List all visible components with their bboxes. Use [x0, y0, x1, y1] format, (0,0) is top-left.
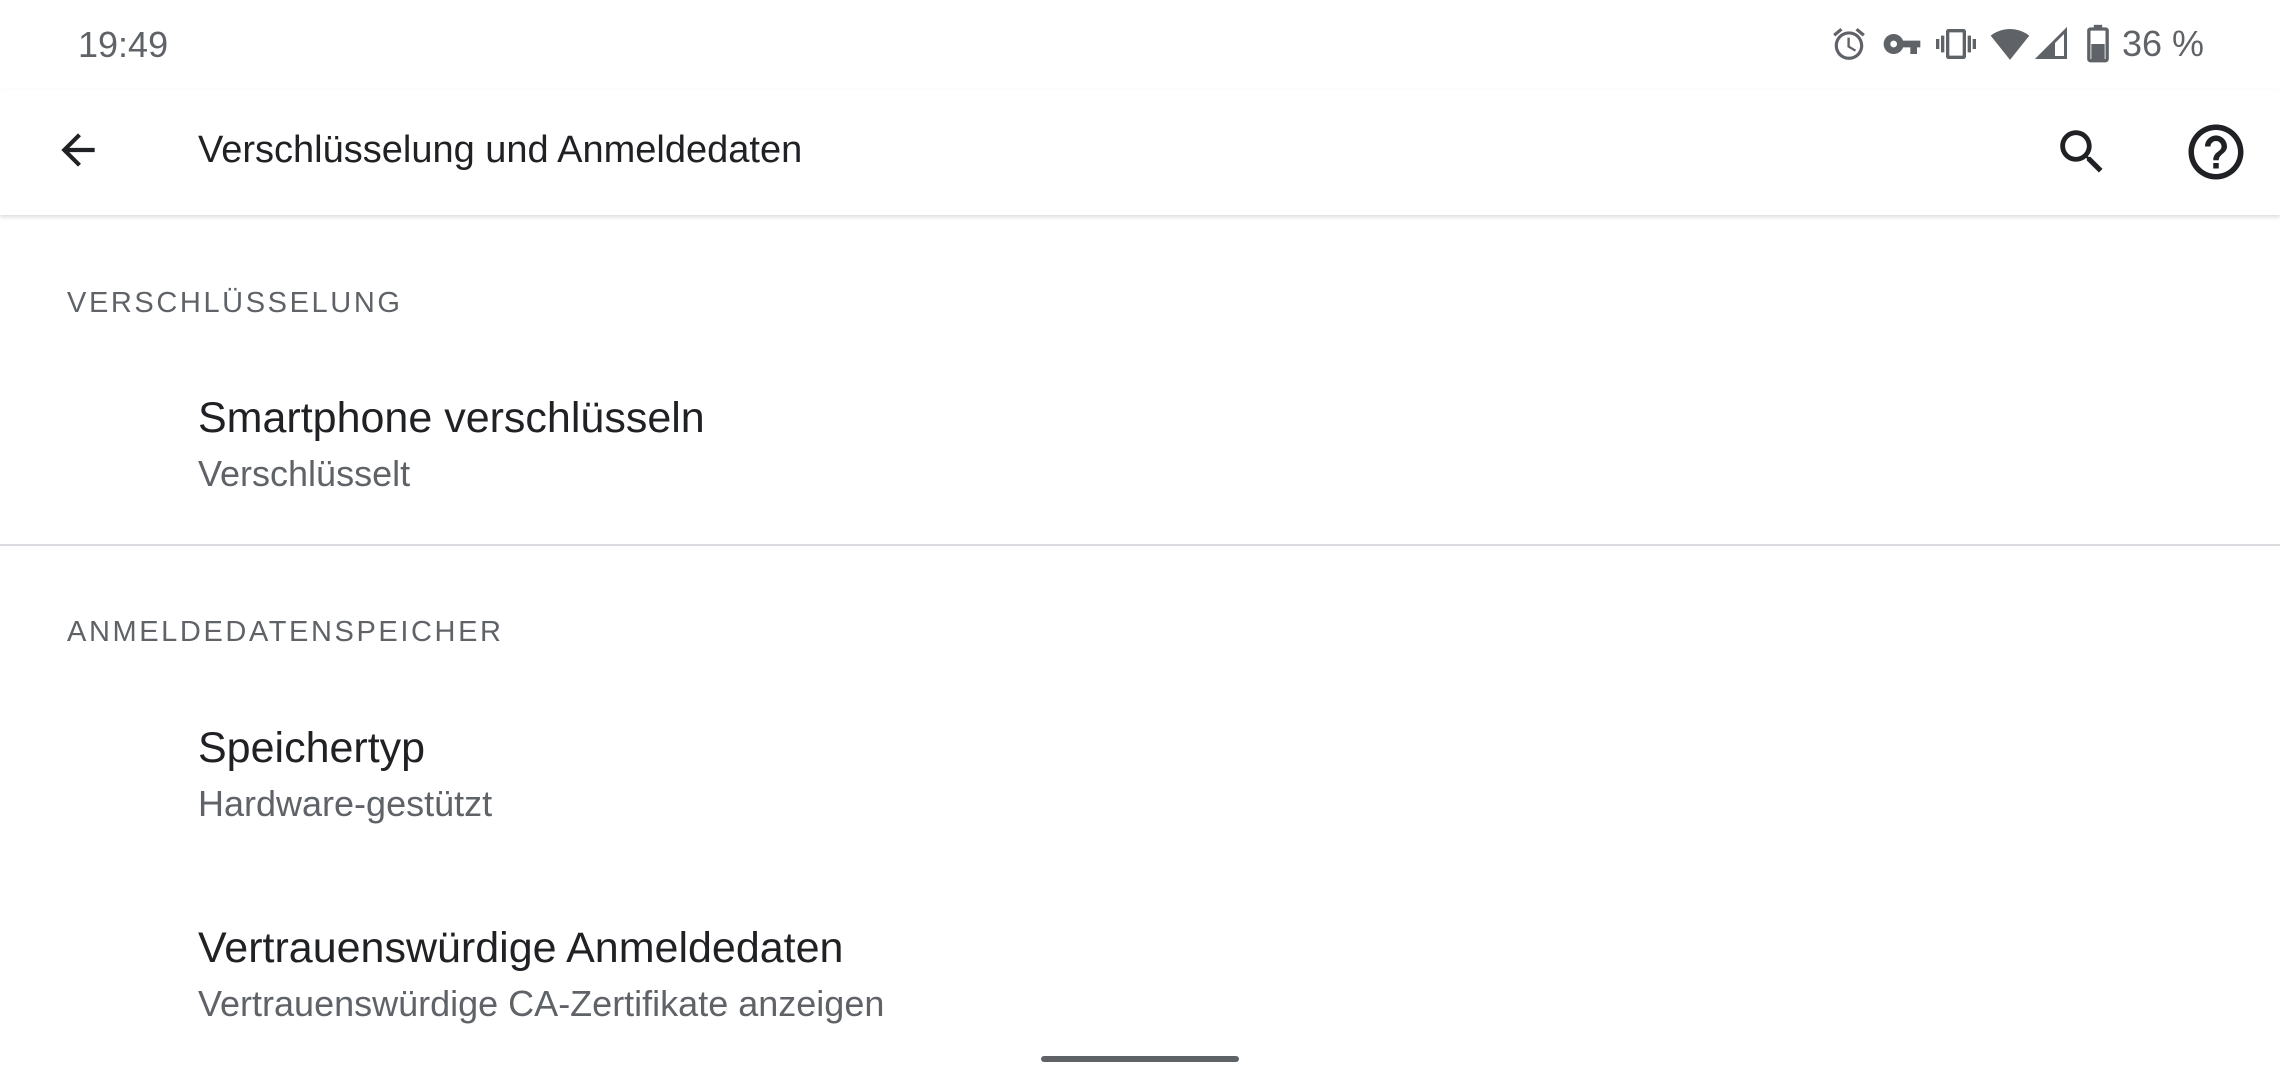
pref-title: Speichertyp	[198, 724, 426, 772]
pref-summary: Vertrauenswürdige CA-Zertifikate anzeige…	[198, 983, 885, 1024]
wifi-icon	[1990, 24, 2030, 64]
pref-item-storage-type[interactable]: Speichertyp Hardware-gestützt	[0, 710, 2280, 850]
vibrate-icon	[1935, 24, 1976, 64]
back-button[interactable]	[40, 112, 116, 188]
arrow-back-icon	[61, 133, 95, 167]
help-icon	[2188, 124, 2244, 180]
vpn-key-icon	[1882, 24, 1922, 64]
app-bar: Verschlüsselung und Anmeldedaten	[0, 90, 2280, 215]
section-header-encryption: VERSCHLÜSSELUNG	[67, 287, 403, 319]
status-time: 19:49	[78, 24, 169, 65]
pref-item-trusted-credentials[interactable]: Vertrauenswürdige Anmeldedaten Vertrauen…	[0, 910, 2280, 1050]
status-icons: 36 %	[1816, 20, 2204, 68]
pref-title: Vertrauenswürdige Anmeldedaten	[198, 924, 844, 972]
section-divider	[0, 544, 2280, 546]
pref-summary: Hardware-gestützt	[198, 783, 493, 824]
search-button[interactable]	[2042, 112, 2122, 192]
search-icon	[2060, 130, 2103, 173]
signal-icon	[2034, 26, 2070, 62]
page-title: Verschlüsselung und Anmeldedaten	[198, 129, 803, 171]
section-header-credential-storage: ANMELDEDATENSPEICHER	[67, 616, 504, 648]
pref-summary: Verschlüsselt	[198, 453, 411, 494]
status-bar: 19:49 36 %	[0, 0, 2280, 90]
battery-icon	[2084, 24, 2112, 64]
pref-item-encrypt-phone[interactable]: Smartphone verschlüsseln Verschlüsselt	[0, 380, 2280, 520]
gesture-nav-handle[interactable]	[1041, 1056, 1239, 1062]
alarm-icon	[1830, 25, 1868, 63]
battery-percentage: 36 %	[2121, 23, 2204, 64]
pref-title: Smartphone verschlüsseln	[198, 394, 705, 442]
help-button[interactable]	[2174, 110, 2258, 194]
